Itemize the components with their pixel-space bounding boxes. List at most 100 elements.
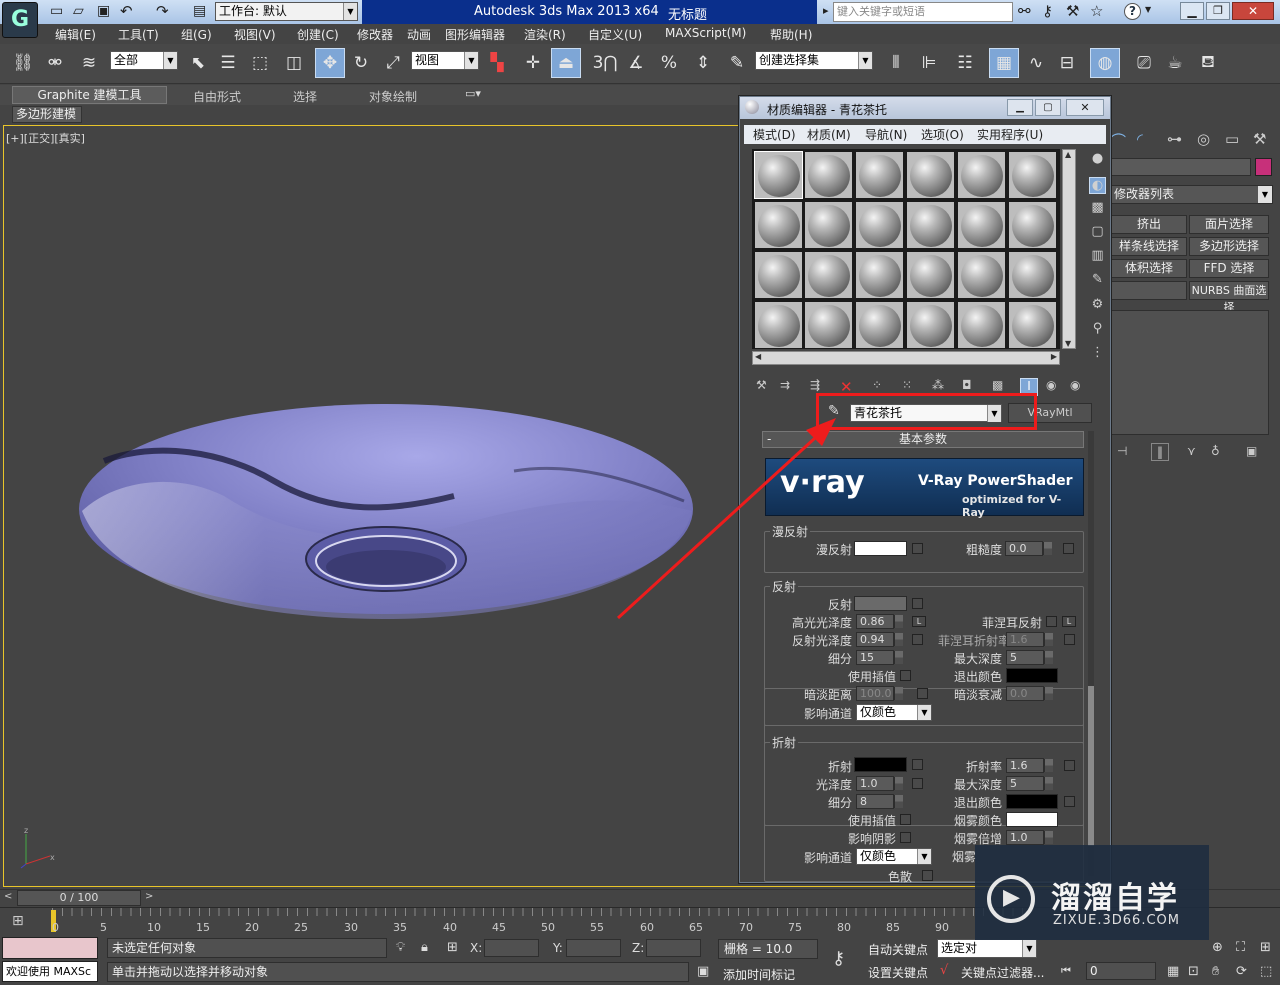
refract-color-swatch[interactable] xyxy=(854,757,907,772)
menu-help[interactable]: 帮助(H) xyxy=(770,26,812,43)
ribbon-options-icon[interactable]: ▭▾ xyxy=(465,87,481,100)
sample-slot[interactable] xyxy=(804,151,853,199)
params-scrollbar[interactable] xyxy=(1088,431,1094,876)
fresnel-lock-button[interactable]: L xyxy=(1062,616,1076,627)
modifier-btn-nurbs-select[interactable]: NURBS 曲面选择 xyxy=(1189,281,1269,314)
slots-hscroll[interactable]: ◀ ▶ xyxy=(752,351,1060,365)
diffuse-color-swatch[interactable] xyxy=(854,541,907,556)
diffuse-map-button[interactable] xyxy=(912,543,923,554)
maximize-viewport-icon[interactable]: ⬚ xyxy=(1260,964,1272,979)
binoculars-icon[interactable]: ⚯ xyxy=(1018,2,1031,20)
key-filter-icon[interactable]: √ xyxy=(940,963,948,978)
modifier-btn-extrude[interactable]: 挤出 xyxy=(1111,215,1187,234)
mat-maximize-button[interactable]: ▢ xyxy=(1035,99,1061,116)
sample-slot[interactable] xyxy=(957,151,1006,199)
make-unique-icon[interactable]: ⋎ xyxy=(1187,444,1196,458)
dim-dist-checkbox[interactable] xyxy=(917,688,928,699)
project-folder-icon[interactable]: ▤ xyxy=(193,3,206,19)
isolate-icon[interactable]: 💡︎ xyxy=(396,940,405,955)
sample-slot[interactable] xyxy=(906,251,955,299)
lock-selection-icon[interactable]: 🔒︎ xyxy=(421,940,428,955)
maxscript-welcome[interactable]: 欢迎使用 MAXSc xyxy=(2,961,98,982)
sample-slot[interactable] xyxy=(1008,251,1057,299)
restore-button[interactable]: ❐ xyxy=(1206,2,1230,20)
sample-slot[interactable] xyxy=(754,151,803,199)
copy-material-icon[interactable]: ⁘ xyxy=(872,378,882,392)
refl-subdivs-spinner[interactable]: 15 xyxy=(856,650,903,665)
mat-minimize-button[interactable]: ▁ xyxy=(1007,99,1033,116)
roughness-spinner[interactable]: 0.0 xyxy=(1005,541,1052,556)
app-logo[interactable]: G xyxy=(2,2,38,38)
sample-slot[interactable] xyxy=(1008,201,1057,249)
sample-slot[interactable] xyxy=(855,151,904,199)
key-filters-button[interactable]: 关键点过滤器... xyxy=(961,964,1044,981)
menu-tools[interactable]: 工具(T) xyxy=(118,26,159,43)
sample-slot[interactable] xyxy=(957,201,1006,249)
ior-map-button[interactable] xyxy=(1064,760,1075,771)
refr-gloss-spinner[interactable]: 1.0 xyxy=(856,776,903,791)
x-coord-field[interactable] xyxy=(484,939,539,957)
scale-icon[interactable]: ⤢ xyxy=(378,48,408,78)
affect-shadows-checkbox[interactable] xyxy=(900,832,911,843)
ref-coord-dropdown[interactable]: 视图 ▼ xyxy=(411,51,479,70)
refr-affect-channels-dropdown[interactable]: 仅颜色 ▼ xyxy=(856,848,932,865)
set-key-label[interactable]: 设置关键点 xyxy=(868,964,928,981)
current-frame-field[interactable]: 0 xyxy=(1086,962,1156,980)
key-icon[interactable]: ⚷ xyxy=(1042,2,1053,20)
hilight-gloss-spinner[interactable]: 0.86 xyxy=(856,614,903,629)
assign-to-selection-icon[interactable]: ⇶ xyxy=(810,378,820,392)
go-to-parent-icon[interactable]: ◉ xyxy=(1046,378,1056,392)
material-id-icon[interactable]: ◘ xyxy=(962,378,972,392)
mat-menu-utilities[interactable]: 实用程序(U) xyxy=(977,126,1043,143)
modifier-list-dropdown[interactable]: 修改器列表 ▼ xyxy=(1111,185,1273,204)
rendered-frame-icon[interactable]: ☕ xyxy=(1160,48,1190,78)
keyboard-shortcut-icon[interactable]: ⏏ xyxy=(551,48,581,78)
snap-toggle-icon[interactable]: 3 ⋂ xyxy=(590,48,620,78)
make-preview-icon[interactable]: ✎ xyxy=(1089,272,1106,289)
sample-slot[interactable] xyxy=(855,301,904,349)
refl-gloss-spinner[interactable]: 0.94 xyxy=(856,632,903,647)
modifier-btn-blank[interactable] xyxy=(1111,281,1187,300)
menu-maxscript[interactable]: MAXScript(M) xyxy=(665,26,746,40)
refl-affect-channels-dropdown[interactable]: 仅颜色 ▼ xyxy=(856,704,932,721)
slots-vscroll[interactable]: ▲ ▼ xyxy=(1062,149,1076,349)
link-icon[interactable]: ⛓ xyxy=(8,48,38,78)
pan-icon[interactable]: ✋︎ xyxy=(1212,964,1219,979)
tools-icon[interactable]: ⚒ xyxy=(1066,2,1079,20)
save-icon[interactable]: ▣ xyxy=(97,3,110,19)
z-coord-field[interactable] xyxy=(646,939,701,957)
layer-manager-icon[interactable]: ☷ xyxy=(950,48,980,78)
sample-slot[interactable] xyxy=(906,301,955,349)
dim-dist-spinner[interactable]: 100.0 xyxy=(856,686,903,701)
select-object-icon[interactable]: ⬉ xyxy=(183,48,213,78)
sample-slot[interactable] xyxy=(754,301,803,349)
time-tag-icon[interactable]: ▣ xyxy=(697,964,709,979)
pin-stack-icon[interactable]: ⊣ xyxy=(1117,444,1127,458)
rect-select-icon[interactable]: ⬚ xyxy=(245,48,275,78)
reflect-color-swatch[interactable] xyxy=(854,596,907,611)
menu-modifiers[interactable]: 修改器 xyxy=(357,26,393,43)
window-crossing-icon[interactable]: ◫ xyxy=(279,48,309,78)
menu-group[interactable]: 组(G) xyxy=(181,26,212,43)
sample-slot[interactable] xyxy=(1008,301,1057,349)
refl-gloss-map-button[interactable] xyxy=(912,634,923,645)
ribbon-tab-selection[interactable]: 选择 xyxy=(293,88,317,105)
display-tab-icon[interactable]: ◎ xyxy=(1197,130,1210,148)
sample-slot[interactable] xyxy=(906,201,955,249)
ribbon-sub-panel[interactable]: 多边形建模 xyxy=(12,106,82,123)
sample-slot[interactable] xyxy=(804,301,853,349)
material-editor-icon[interactable]: ◍ xyxy=(1090,48,1120,78)
sample-slot[interactable] xyxy=(957,301,1006,349)
object-color-swatch[interactable] xyxy=(1255,158,1272,176)
maxscript-listener-mini[interactable] xyxy=(2,937,98,959)
fresnel-checkbox[interactable] xyxy=(1046,616,1057,627)
help-icon[interactable]: ? xyxy=(1124,3,1141,20)
motion-tab-icon[interactable]: ⊶ xyxy=(1167,130,1182,148)
reflect-map-button[interactable] xyxy=(912,598,923,609)
backlight-icon[interactable]: ◐ xyxy=(1089,177,1106,194)
trackbar-menu-icon[interactable]: ⊞ xyxy=(12,913,24,929)
new-file-icon[interactable]: ▭ xyxy=(50,3,63,19)
schematic-view-icon[interactable]: ⊟ xyxy=(1052,48,1082,78)
rotate-icon[interactable]: ↻ xyxy=(346,48,376,78)
time-slider-thumb[interactable]: 0 / 100 xyxy=(17,890,141,906)
